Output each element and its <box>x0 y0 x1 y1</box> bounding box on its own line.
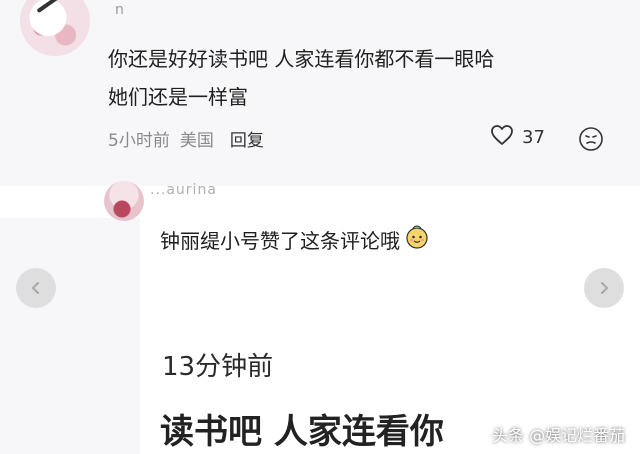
avatar-scribble <box>36 0 72 14</box>
divider-band <box>0 186 640 218</box>
chevron-right-icon <box>601 282 608 294</box>
comment-text: 你还是好好读书吧 人家连看你都不看一眼哈 她们还是一样富 <box>108 40 608 116</box>
chevron-left-icon <box>32 282 39 294</box>
comment-location: 美国 <box>179 131 214 151</box>
commenter-avatar[interactable] <box>20 0 90 56</box>
commenter-name[interactable]: n <box>115 2 124 18</box>
overlay-snippet: 读书吧 人家连看你 <box>160 412 444 452</box>
heart-icon <box>490 124 514 151</box>
sticker-face-icon <box>404 224 430 258</box>
previous-button[interactable] <box>16 268 56 308</box>
comment-text-2: 钟丽缇小号赞了这条评论哦 <box>160 224 430 258</box>
commenter-name-2[interactable]: ...aurina <box>150 182 217 198</box>
emoji-reaction-icon[interactable] <box>578 126 604 152</box>
reply-button[interactable]: 回复 <box>230 126 264 151</box>
commenter-avatar-2[interactable] <box>104 181 144 221</box>
comment-line-1: 你还是好好读书吧 人家连看你都不看一眼哈 <box>108 47 495 71</box>
comment-meta: 5小时前 美国 回复 <box>108 126 264 151</box>
comment-line-2: 她们还是一样富 <box>108 85 248 109</box>
comment-time: 5小时前 <box>108 131 170 151</box>
next-button[interactable] <box>584 268 624 308</box>
watermark: 头条 @娱记烂番茄 <box>492 426 626 445</box>
comment-2-body: 钟丽缇小号赞了这条评论哦 <box>160 229 400 253</box>
overlay-time: 13分钟前 <box>162 352 274 382</box>
like-count: 37 <box>522 127 545 148</box>
like-button[interactable]: 37 <box>490 124 545 151</box>
